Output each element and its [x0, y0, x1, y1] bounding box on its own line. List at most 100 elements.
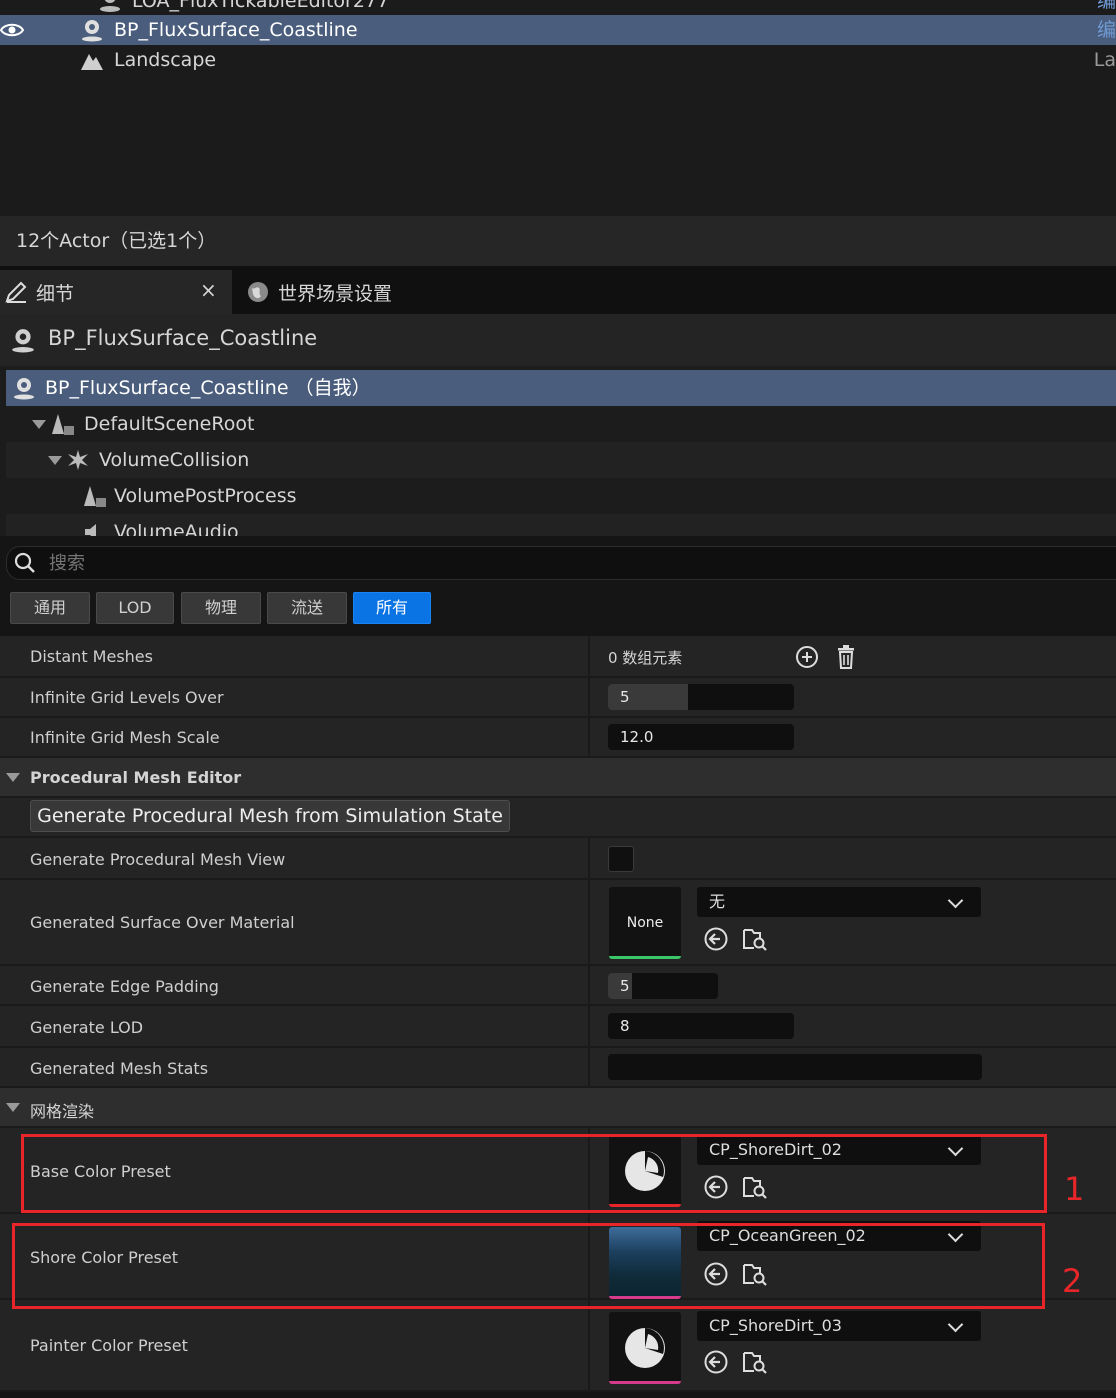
- component-label: VolumeCollision: [99, 449, 250, 471]
- property-label: Generate Edge Padding: [30, 977, 219, 996]
- actor-count: 12个Actor（已选1个）: [16, 230, 217, 252]
- actor-icon: [12, 329, 34, 353]
- mesh-stats-field[interactable]: [608, 1054, 982, 1080]
- collapse-arrow-icon[interactable]: [6, 773, 20, 782]
- category-title: Procedural Mesh Editor: [30, 768, 242, 787]
- property-distant-meshes: Distant Meshes 0 数组元素: [0, 636, 1116, 678]
- property-generate-row: Generate Procedural Mesh from Simulation…: [0, 798, 1116, 838]
- component-tree: BP_FluxSurface_Coastline （自我） DefaultSce…: [0, 366, 1116, 536]
- property-label: Painter Color Preset: [30, 1336, 188, 1355]
- component-row[interactable]: DefaultSceneRoot: [6, 406, 1116, 442]
- actor-icon: [100, 0, 120, 12]
- collision-icon: [68, 450, 88, 470]
- material-thumbnail[interactable]: None: [609, 887, 681, 959]
- gen-lod-input[interactable]: 8: [608, 1013, 794, 1039]
- outliner-row[interactable]: Landscape La: [0, 45, 1116, 75]
- property-edge-padding: Generate Edge Padding 5: [0, 966, 1116, 1006]
- browse-icon[interactable]: [742, 926, 768, 952]
- property-label: Generate LOD: [30, 1018, 144, 1037]
- painter-color-combo[interactable]: CP_ShoreDirt_03: [697, 1311, 981, 1341]
- property-label: Generate Procedural Mesh View: [30, 850, 286, 869]
- annotation-number-1: 1: [1064, 1170, 1085, 1208]
- chevron-down-icon: [947, 892, 964, 909]
- globe-icon: [248, 282, 268, 302]
- tab-details[interactable]: 细节 ×: [0, 270, 232, 314]
- property-gen-lod: Generate LOD 8: [0, 1006, 1116, 1048]
- outliner-row-type: La: [1093, 49, 1116, 71]
- component-row-self[interactable]: BP_FluxSurface_Coastline （自我）: [6, 370, 1116, 406]
- property-label: Infinite Grid Levels Over: [30, 688, 224, 707]
- trash-icon[interactable]: [833, 644, 859, 670]
- expand-arrow-icon[interactable]: [32, 420, 46, 429]
- thumbnail-label: None: [626, 915, 664, 931]
- outliner-row[interactable]: LOA_FluxTickableEditor277 编: [0, 0, 1116, 16]
- component-row[interactable]: VolumeCollision: [6, 442, 1116, 478]
- property-label: Infinite Grid Mesh Scale: [30, 728, 220, 747]
- tab-world-settings[interactable]: 世界场景设置: [236, 270, 636, 314]
- category-procedural-mesh-editor[interactable]: Procedural Mesh Editor: [0, 758, 1116, 798]
- page-title: BP_FluxSurface_Coastline: [48, 326, 318, 350]
- property-label: Distant Meshes: [30, 647, 153, 666]
- property-grid-levels: Infinite Grid Levels Over 5: [0, 678, 1116, 718]
- outliner-row-type: 编: [1096, 0, 1116, 12]
- property-label: Generated Surface Over Material: [30, 913, 295, 932]
- filter-general[interactable]: 通用: [10, 592, 90, 624]
- tab-details-label: 细节: [36, 283, 75, 305]
- landscape-icon: [81, 54, 103, 70]
- search-box[interactable]: [6, 546, 1116, 580]
- add-element-icon[interactable]: [794, 644, 820, 670]
- collapse-arrow-icon[interactable]: [6, 1103, 20, 1112]
- component-row[interactable]: VolumeAudio: [6, 514, 1116, 536]
- edge-padding-input[interactable]: 5: [608, 973, 718, 999]
- property-mesh-stats: Generated Mesh Stats: [0, 1048, 1116, 1088]
- component-label: VolumeAudio: [114, 521, 239, 536]
- tab-world-label: 世界场景设置: [278, 283, 393, 305]
- chevron-down-icon: [947, 1316, 964, 1333]
- outliner-row-label: Landscape: [114, 49, 217, 71]
- grid-levels-input[interactable]: 5: [608, 684, 794, 710]
- use-selected-icon[interactable]: [703, 926, 729, 952]
- outliner-status: 12个Actor（已选1个）: [0, 216, 1116, 266]
- component-label: BP_FluxSurface_Coastline （自我）: [45, 377, 371, 399]
- expand-arrow-icon[interactable]: [48, 456, 62, 465]
- search-icon: [14, 552, 35, 573]
- pencil-icon: [5, 281, 27, 303]
- outliner-row-selected[interactable]: BP_FluxSurface_Coastline 编: [0, 15, 1116, 45]
- component-label: VolumePostProcess: [114, 485, 297, 507]
- property-label: Generated Mesh Stats: [30, 1059, 209, 1078]
- gen-view-checkbox[interactable]: [608, 846, 634, 872]
- filter-lod[interactable]: LOD: [96, 592, 174, 624]
- filter-physics[interactable]: 物理: [181, 592, 261, 624]
- category-mesh-rendering[interactable]: 网格渲染: [0, 1088, 1116, 1128]
- property-gen-material: Generated Surface Over Material None 无: [0, 880, 1116, 966]
- component-label: DefaultSceneRoot: [84, 413, 255, 435]
- outliner-row-type: 编: [1096, 19, 1116, 41]
- annotation-number-2: 2: [1062, 1262, 1083, 1300]
- actor-icon: [14, 378, 34, 400]
- color-preset-icon: [625, 1328, 665, 1368]
- use-selected-icon[interactable]: [703, 1349, 729, 1375]
- eye-icon[interactable]: [0, 18, 24, 42]
- property-grid-scale: Infinite Grid Mesh Scale 12.0: [0, 718, 1116, 758]
- search-input[interactable]: [47, 550, 651, 576]
- outliner-row-label: BP_FluxSurface_Coastline: [114, 19, 358, 41]
- browse-icon[interactable]: [742, 1349, 768, 1375]
- filter-all[interactable]: 所有: [353, 592, 431, 624]
- generate-mesh-button[interactable]: Generate Procedural Mesh from Simulation…: [30, 800, 510, 832]
- details-header: BP_FluxSurface_Coastline: [0, 314, 1116, 366]
- grid-scale-input[interactable]: 12.0: [608, 724, 794, 750]
- component-row[interactable]: VolumePostProcess: [6, 478, 1116, 514]
- painter-color-thumbnail[interactable]: [609, 1312, 681, 1384]
- category-title: 网格渲染: [30, 1102, 95, 1121]
- annotation-box-2: [12, 1223, 1045, 1309]
- filter-streaming[interactable]: 流送: [267, 592, 347, 624]
- world-outliner: LOA_FluxTickableEditor277 编 BP_FluxSurfa…: [0, 0, 1116, 216]
- close-icon[interactable]: ×: [200, 278, 217, 302]
- material-combo[interactable]: 无: [697, 887, 981, 917]
- actor-icon: [82, 20, 102, 42]
- audio-icon: [85, 524, 96, 536]
- scene-component-icon: [52, 414, 74, 435]
- outliner-row-label: LOA_FluxTickableEditor277: [132, 0, 390, 12]
- array-count: 0 数组元素: [608, 649, 683, 667]
- annotation-box-1: [21, 1134, 1047, 1213]
